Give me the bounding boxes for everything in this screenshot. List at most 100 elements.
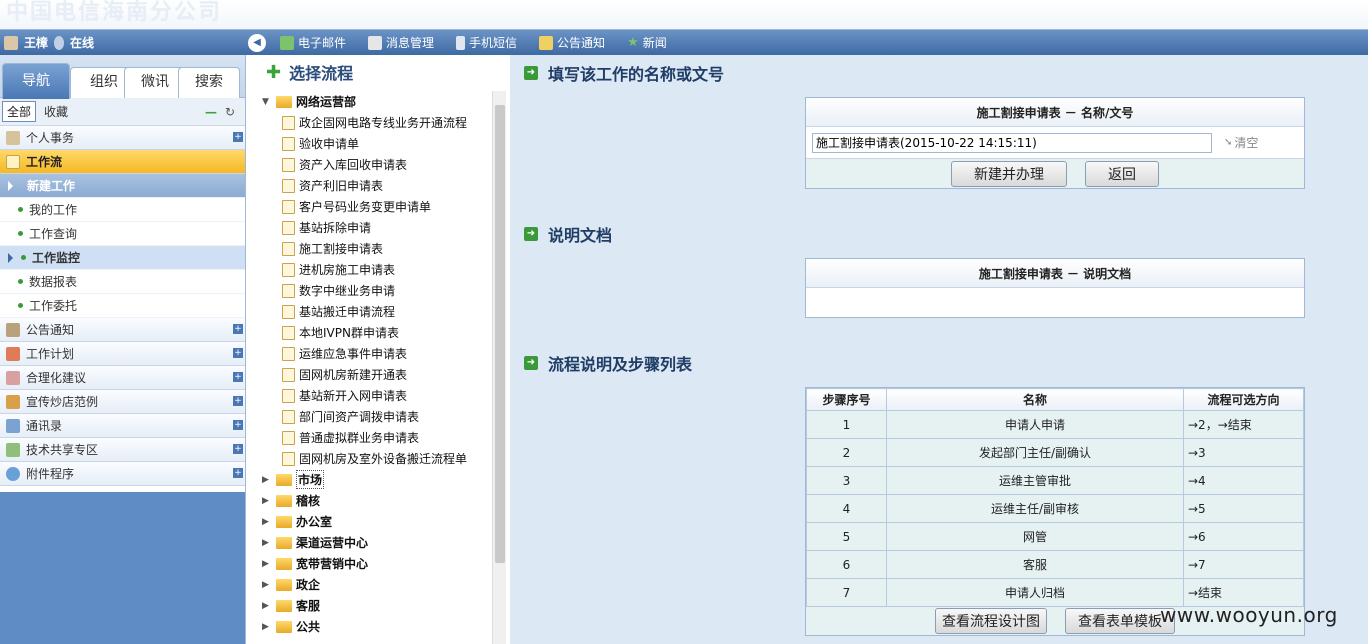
tree-flow-item[interactable]: 验收申请单 [262,133,492,154]
toolbar-notices[interactable]: 公告通知 [539,34,605,51]
item-label: 工作查询 [29,227,78,241]
tree-flow-item[interactable]: 固网机房新建开通表 [262,364,492,385]
tree-flow-item[interactable]: 施工割接申请表 [262,238,492,259]
tree-scrollbar[interactable] [492,91,506,644]
tree-node-label: 客户号码业务变更申请单 [299,200,432,214]
tree-node-label: 基站拆除申请 [299,221,372,235]
user-status[interactable]: 在线 [70,34,94,51]
create-and-handle-button[interactable]: 新建并办理 [951,160,1067,187]
arrow-right-icon [8,252,13,263]
flow-doc-icon [282,283,295,298]
filter-favorites-button[interactable]: 收藏 [44,103,68,120]
tree-flow-item[interactable]: 基站拆除申请 [262,217,492,238]
expand-icon[interactable]: + [233,132,243,142]
tree-flow-item[interactable]: 资产利旧申请表 [262,175,492,196]
tree-folder-public[interactable]: ▶ 公共 [262,616,492,637]
tab-navigation[interactable]: 导航 [2,63,70,99]
tree-flow-item[interactable]: 基站搬迁申请流程 [262,301,492,322]
toolbar-email[interactable]: 电子邮件 [280,34,346,51]
view-form-template-button[interactable]: 查看表单模板 [1065,608,1175,634]
expand-icon[interactable]: ▶ [262,538,272,548]
tree-folder-market[interactable]: ▶ 市场 [262,469,492,490]
expand-icon[interactable]: ▶ [262,475,272,485]
tree-folder-enterprise[interactable]: ▶ 政企 [262,574,492,595]
tab-weixun[interactable]: 微讯 [124,67,186,98]
sidebar-section-tech-share[interactable]: 技术共享专区 + [0,438,245,462]
tree-flow-item[interactable]: 进机房施工申请表 [262,259,492,280]
add-icon: ✚ [266,61,282,83]
tree-folder-office[interactable]: ▶ 办公室 [262,511,492,532]
workflow-icon [6,154,20,169]
toolbar-sms[interactable]: 手机短信 [456,34,517,51]
toolbar-news[interactable]: ★ 新闻 [627,34,667,51]
tree-flow-item[interactable]: 数字中继业务申请 [262,280,492,301]
tree-flow-item[interactable]: 客户号码业务变更申请单 [262,196,492,217]
tree-flow-item[interactable]: 基站新开入网申请表 [262,385,492,406]
expand-icon[interactable]: ▶ [262,559,272,569]
tree-folder-audit[interactable]: ▶ 稽核 [262,490,492,511]
sidebar-item-work-delegate[interactable]: 工作委托 [0,294,245,318]
sidebar-section-notices[interactable]: 公告通知 + [0,318,245,342]
expand-icon[interactable]: + [233,468,243,478]
collapse-sidebar-button[interactable]: ◀ [248,33,266,52]
sidebar-item-work-query[interactable]: 工作查询 [0,222,245,246]
section-title-text: 说明文档 [548,226,613,245]
sidebar-section-suggestions[interactable]: 合理化建议 + [0,366,245,390]
sidebar-item-data-report[interactable]: 数据报表 [0,270,245,294]
sidebar-item-work-monitor[interactable]: 工作监控 [0,246,245,270]
expand-icon[interactable]: ▶ [262,601,272,611]
tree-flow-item[interactable]: 部门间资产调拨申请表 [262,406,492,427]
expand-icon[interactable]: ▶ [262,580,272,590]
expand-icon[interactable]: ▶ [262,517,272,527]
expand-icon[interactable]: + [233,324,243,334]
view-flow-design-button[interactable]: 查看流程设计图 [935,608,1047,634]
tree-node-label: 渠道运营中心 [296,536,369,550]
back-button[interactable]: 返回 [1085,160,1159,187]
scrollbar-thumb[interactable] [495,105,505,563]
expand-icon[interactable]: + [233,444,243,454]
step-direction: →4 [1183,466,1304,495]
expand-icon[interactable]: ▶ [262,496,272,506]
sidebar-section-workflow[interactable]: 工作流 [0,150,245,174]
tree-flow-item[interactable]: 运维应急事件申请表 [262,343,492,364]
sidebar-item-my-work[interactable]: 我的工作 [0,198,245,222]
expand-icon[interactable]: ▶ [262,622,272,632]
tree-flow-item[interactable]: 资产入库回收申请表 [262,154,492,175]
expand-icon[interactable]: + [233,420,243,430]
flow-doc-icon [282,346,295,361]
collapse-all-icon[interactable]: — [205,105,217,119]
sidebar-section-promo[interactable]: 宣传炒店范例 + [0,390,245,414]
tree-folder-broadband[interactable]: ▶ 宽带营销中心 [262,553,492,574]
section-steps-title: ➜ 流程说明及步骤列表 [524,351,692,375]
toolbar-messages[interactable]: 消息管理 [368,34,434,51]
tree-flow-item[interactable]: 普通虚拟群业务申请表 [262,427,492,448]
sidebar-section-personal[interactable]: 个人事务 + [0,126,245,150]
expand-icon[interactable]: + [233,396,243,406]
tree-node-label: 本地IVPN群申请表 [299,326,399,340]
tree-flow-item[interactable]: 固网机房及室外设备搬迁流程单 [262,448,492,469]
tree-root-node[interactable]: ▼ 网络运营部 [262,91,492,112]
user-name[interactable]: 王樟 [24,34,48,51]
speaker-icon [539,35,554,50]
collapse-icon[interactable]: ▼ [262,97,272,107]
refresh-icon[interactable]: ↻ [225,105,235,119]
tree-folder-service[interactable]: ▶ 客服 [262,595,492,616]
clear-link[interactable]: ➘ 清空 [1224,134,1258,151]
sidebar-section-plan[interactable]: 工作计划 + [0,342,245,366]
bullet-icon [18,231,23,236]
flow-select-panel: ✚ 选择流程 ▼ 网络运营部 政企固网电路专线业务开通流程 验收申请单 资产入库… [246,55,510,644]
filter-all-button[interactable]: 全部 [2,101,37,122]
expand-icon[interactable]: + [233,372,243,382]
expand-icon[interactable]: + [233,348,243,358]
tab-search[interactable]: 搜索 [178,67,240,98]
tree-folder-channel[interactable]: ▶ 渠道运营中心 [262,532,492,553]
name-box: 施工割接申请表 － 名称/文号 ➘ 清空 新建并办理 返回 [805,97,1305,189]
sidebar-item-new-work[interactable]: 新建工作 [0,174,245,198]
tree-flow-item[interactable]: 本地IVPN群申请表 [262,322,492,343]
sidebar-section-attachments[interactable]: 附件程序 + [0,462,245,486]
tree-node-label: 政企固网电路专线业务开通流程 [299,116,468,130]
sidebar-section-contacts[interactable]: 通讯录 + [0,414,245,438]
tree-flow-item[interactable]: 政企固网电路专线业务开通流程 [262,112,492,133]
work-name-input[interactable] [812,132,1212,153]
name-box-header: 施工割接申请表 － 名称/文号 [806,98,1304,127]
